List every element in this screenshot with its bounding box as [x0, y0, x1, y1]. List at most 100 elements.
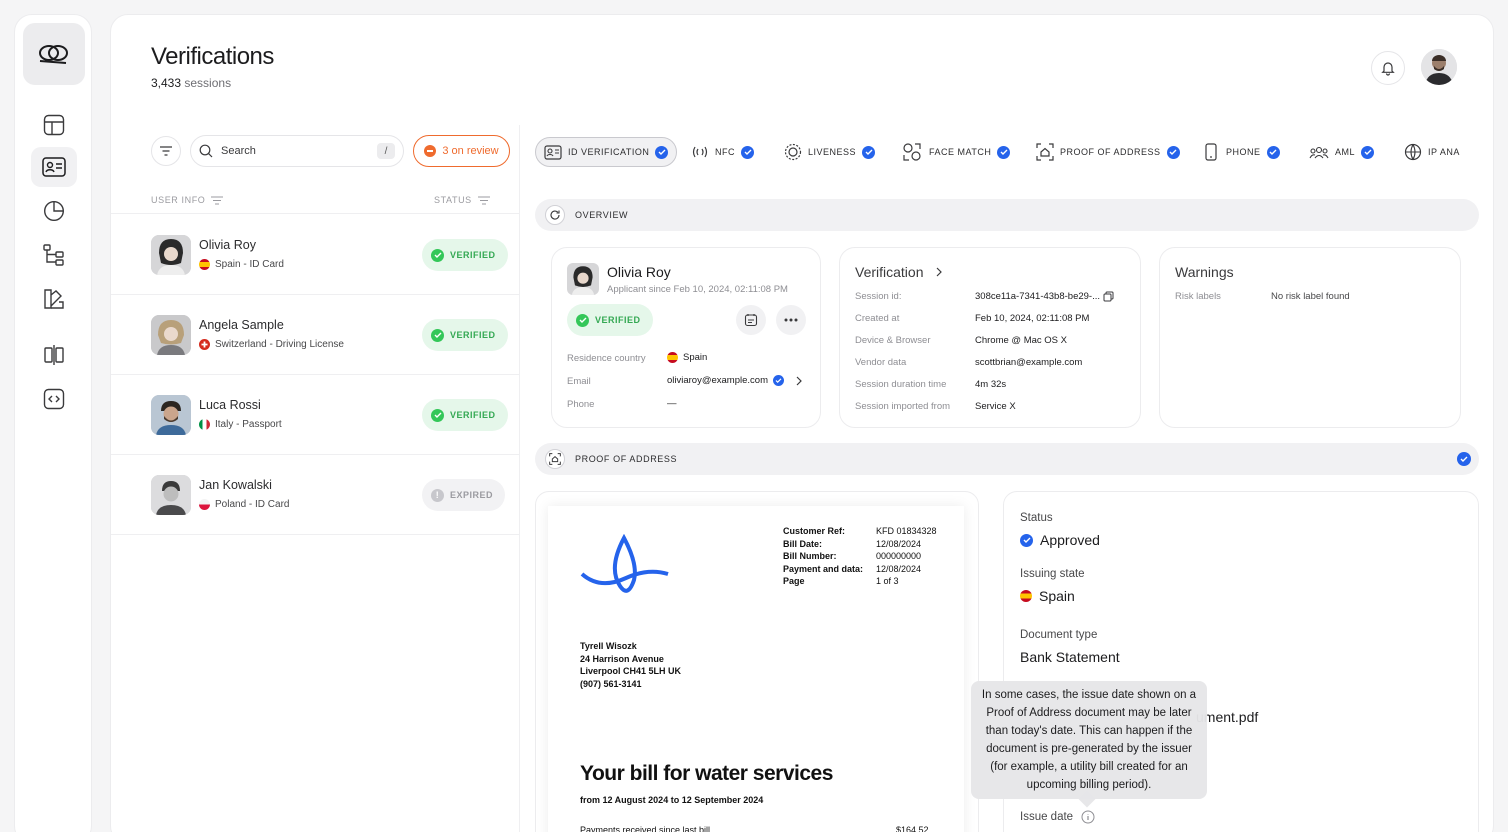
- home-scan-icon: [545, 449, 565, 469]
- home-scan-icon: [1036, 143, 1054, 161]
- pie-chart-icon: [43, 200, 65, 222]
- bell-icon: [1381, 62, 1395, 76]
- on-review-filter-button[interactable]: 3 on review: [413, 135, 510, 167]
- document-heading: Your bill for water services: [580, 762, 833, 785]
- overview-section-header[interactable]: OVERVIEW: [535, 199, 1479, 231]
- document-page: Customer Ref: Bill Date: Bill Number: Payme…: [548, 506, 964, 832]
- addressee: Tyrell Wisozk 24 Harrison Avenue Liverpool…: [580, 641, 682, 689]
- status-badge: VERIFIED: [422, 319, 508, 351]
- tab-face-match[interactable]: FACE MATCH: [901, 137, 1011, 167]
- nav-dashboard[interactable]: [31, 105, 77, 145]
- table-row[interactable]: Angela Sample Switzerland - Driving Lice…: [111, 295, 519, 375]
- status-badge: VERIFIED: [422, 399, 508, 431]
- filter-button[interactable]: [151, 136, 181, 166]
- table-row[interactable]: Luca Rossi Italy - Passport VERIFIED: [111, 375, 519, 455]
- flag-spain-icon: [199, 259, 210, 270]
- verification-card: Verification Session id: 308ce11a-7341-4…: [839, 247, 1141, 428]
- check-icon: [1457, 452, 1471, 466]
- check-icon: [1020, 533, 1033, 547]
- table-row[interactable]: Olivia Roy Spain - ID Card VERIFIED: [111, 215, 519, 295]
- search-shortcut: /: [377, 143, 395, 159]
- notes-button[interactable]: [736, 305, 766, 335]
- avatar: [151, 235, 191, 275]
- check-icon: [655, 145, 669, 159]
- search-icon: [199, 144, 213, 158]
- users-icon: [1309, 146, 1329, 159]
- nav-branding[interactable]: [31, 279, 77, 319]
- logo-icon: [39, 45, 68, 64]
- sort-icon: [211, 195, 224, 205]
- tab-phone[interactable]: PHONE: [1204, 137, 1280, 167]
- profile-name: Olivia Roy: [607, 264, 671, 280]
- search-box[interactable]: /: [190, 135, 404, 167]
- id-card-icon: [544, 144, 562, 160]
- review-icon: [424, 145, 437, 157]
- app-logo[interactable]: [23, 23, 85, 85]
- chevron-right-icon: [937, 267, 943, 277]
- document-preview[interactable]: Customer Ref: Bill Date: Bill Number: Payme…: [535, 491, 979, 832]
- flag-switzerland-icon: [199, 339, 210, 350]
- compare-icon: [44, 345, 64, 365]
- sidebar: [14, 14, 92, 832]
- table-row[interactable]: Jan Kowalski Poland - ID Card ! EXPIRED: [111, 455, 519, 535]
- nav-compare[interactable]: [31, 335, 77, 375]
- check-icon: [431, 248, 444, 262]
- nav-workflows[interactable]: [31, 235, 77, 275]
- check-icon: [741, 145, 754, 159]
- check-icon: [1266, 145, 1280, 159]
- check-icon: [997, 145, 1011, 159]
- notifications-button[interactable]: [1371, 51, 1405, 85]
- session-count: 3,433 sessions: [151, 76, 232, 90]
- sort-icon: [477, 195, 490, 205]
- face-match-icon: [903, 143, 921, 161]
- info-icon[interactable]: [1081, 810, 1095, 824]
- code-icon: [43, 388, 65, 410]
- user-avatar[interactable]: [1421, 49, 1457, 85]
- tab-nfc[interactable]: NFC: [691, 137, 754, 167]
- col-status[interactable]: STATUS: [434, 195, 490, 205]
- issue-date-tooltip: In some cases, the issue date shown on a…: [971, 681, 1207, 799]
- check-icon: [772, 375, 784, 386]
- liveness-icon: [784, 143, 802, 161]
- tab-id-verification[interactable]: ID VERIFICATION: [535, 137, 678, 167]
- check-icon: [1361, 145, 1375, 159]
- check-icon: [576, 313, 589, 327]
- phone-icon: [1205, 143, 1217, 161]
- chevron-right-icon: [796, 376, 802, 385]
- check-icon: [862, 145, 876, 159]
- check-icon: [431, 408, 444, 422]
- tab-liveness[interactable]: LIVENESS: [784, 137, 876, 167]
- warnings-card: Warnings Risk labels No risk label found: [1159, 247, 1461, 428]
- applicant-since: Applicant since Feb 10, 2024, 02:11:08 P…: [607, 284, 788, 295]
- status-badge: VERIFIED: [422, 239, 508, 271]
- globe-icon: [1404, 143, 1422, 161]
- flag-spain-icon: [1020, 590, 1032, 602]
- avatar-photo: [1421, 49, 1457, 85]
- warnings-title: Warnings: [1175, 264, 1234, 280]
- avatar: [151, 395, 191, 435]
- nav-developers[interactable]: [31, 379, 77, 419]
- divider: [519, 125, 520, 832]
- flag-italy-icon: [199, 419, 210, 430]
- check-icon: [431, 328, 444, 342]
- id-card-icon: [42, 157, 66, 177]
- avatar: [567, 263, 599, 295]
- tab-ip-analysis[interactable]: IP ANA: [1404, 137, 1460, 167]
- palette-icon: [44, 289, 64, 309]
- info-icon: !: [431, 488, 444, 502]
- nav-verifications[interactable]: [31, 147, 77, 187]
- profile-card: Olivia Roy Applicant since Feb 10, 2024,…: [551, 247, 821, 428]
- proof-of-address-section-header[interactable]: PROOF OF ADDRESS: [535, 443, 1479, 475]
- email-value[interactable]: oliviaroy@example.com: [667, 375, 803, 386]
- tab-aml[interactable]: AML: [1309, 137, 1375, 167]
- col-user-info[interactable]: USER INFO: [151, 195, 224, 205]
- more-options-button[interactable]: [776, 305, 806, 335]
- search-input[interactable]: [221, 145, 371, 157]
- verification-title[interactable]: Verification: [855, 264, 943, 280]
- layout-icon: [43, 114, 65, 136]
- tab-proof-of-address[interactable]: PROOF OF ADDRESS: [1036, 137, 1180, 167]
- nav-analytics[interactable]: [31, 191, 77, 231]
- copy-icon[interactable]: [1103, 291, 1114, 302]
- main-panel: Verifications 3,433 sessions / 3 on revi…: [110, 14, 1494, 832]
- note-icon: [744, 314, 758, 327]
